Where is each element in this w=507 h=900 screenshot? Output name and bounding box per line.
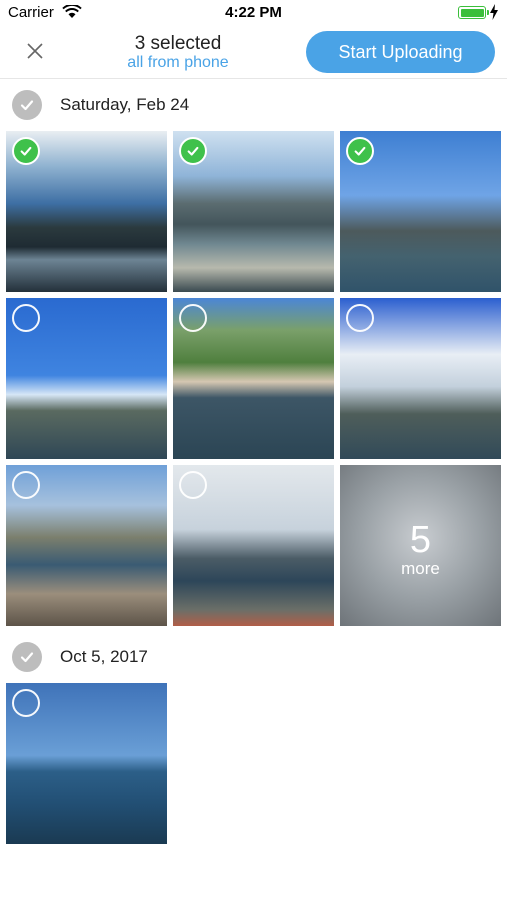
section-select-button[interactable] bbox=[12, 90, 42, 120]
status-time: 4:22 PM bbox=[225, 4, 282, 21]
upload-header: 3 selected all from phone Start Uploadin… bbox=[0, 26, 507, 79]
selection-summary: 3 selected all from phone bbox=[0, 34, 356, 72]
photo-thumbnail[interactable] bbox=[6, 683, 167, 844]
circle-icon[interactable] bbox=[346, 304, 374, 332]
photo-thumbnail[interactable] bbox=[173, 131, 334, 292]
checkmark-circle-icon[interactable] bbox=[346, 137, 374, 165]
circle-icon[interactable] bbox=[179, 471, 207, 499]
section-header: Saturday, Feb 24 bbox=[0, 86, 507, 126]
photo-thumbnail[interactable] bbox=[173, 298, 334, 459]
checkmark-icon bbox=[20, 100, 34, 111]
more-photos-label: 5 more bbox=[340, 521, 501, 579]
checkmark-icon bbox=[20, 652, 34, 663]
bolt-icon bbox=[490, 4, 498, 20]
selected-count: 3 selected bbox=[134, 33, 222, 54]
more-count: 5 bbox=[409, 519, 432, 561]
section-header: Oct 5, 2017 bbox=[0, 638, 507, 678]
photo-thumbnail[interactable] bbox=[173, 465, 334, 626]
section-select-button[interactable] bbox=[12, 642, 42, 672]
circle-icon[interactable] bbox=[179, 304, 207, 332]
circle-icon[interactable] bbox=[12, 471, 40, 499]
checkmark-circle-icon[interactable] bbox=[179, 137, 207, 165]
photo-thumbnail[interactable] bbox=[340, 131, 501, 292]
photo-thumbnail[interactable] bbox=[6, 298, 167, 459]
status-bar: Carrier 4:22 PM bbox=[0, 0, 507, 26]
section-date: Saturday, Feb 24 bbox=[60, 95, 190, 114]
start-uploading-button[interactable]: Start Uploading bbox=[306, 31, 495, 73]
more-text: more bbox=[401, 559, 440, 578]
photo-thumbnail[interactable] bbox=[6, 131, 167, 292]
checkmark-circle-icon[interactable] bbox=[12, 137, 40, 165]
circle-icon[interactable] bbox=[12, 689, 40, 717]
section-date: Oct 5, 2017 bbox=[60, 647, 148, 666]
circle-icon[interactable] bbox=[12, 304, 40, 332]
more-photos-tile[interactable]: 5 more bbox=[340, 465, 501, 626]
source-subtitle: all from phone bbox=[127, 54, 229, 71]
battery-icon bbox=[458, 6, 489, 19]
photo-thumbnail[interactable] bbox=[6, 465, 167, 626]
photo-thumbnail[interactable] bbox=[340, 298, 501, 459]
